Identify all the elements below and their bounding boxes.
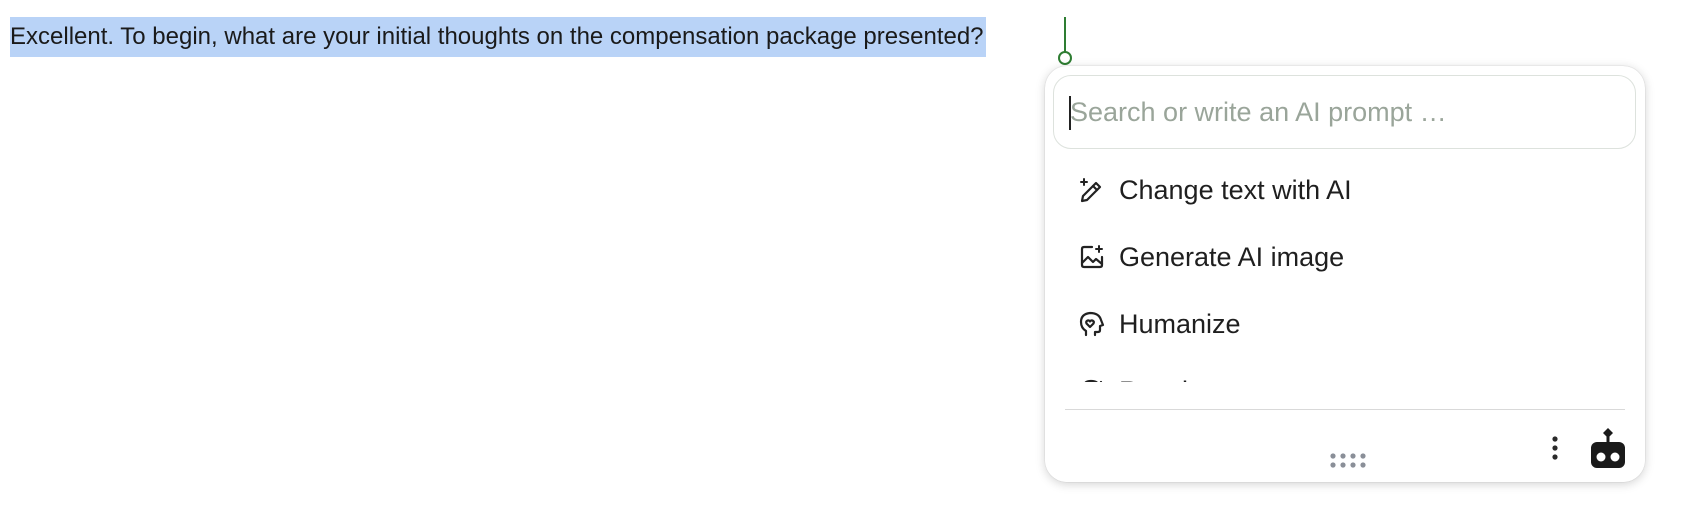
head-heart-icon bbox=[1077, 309, 1107, 339]
selection-handle[interactable] bbox=[1058, 51, 1072, 65]
drag-handle-icon[interactable] bbox=[1329, 452, 1373, 470]
more-vertical-icon bbox=[1551, 435, 1559, 466]
magic-pen-icon bbox=[1077, 175, 1107, 205]
more-options-button[interactable] bbox=[1543, 433, 1567, 467]
footer-divider bbox=[1065, 409, 1625, 410]
image-sparkle-icon bbox=[1077, 242, 1107, 272]
document-text-line[interactable]: Excellent. To begin, what are your initi… bbox=[10, 17, 986, 57]
selected-text[interactable]: Excellent. To begin, what are your initi… bbox=[10, 17, 986, 57]
input-caret bbox=[1069, 96, 1071, 130]
ai-bot-button[interactable] bbox=[1588, 426, 1628, 470]
menu-item-label: Change text with AI bbox=[1119, 174, 1352, 205]
search-box[interactable] bbox=[1053, 75, 1636, 149]
robot-icon bbox=[1588, 428, 1628, 474]
search-input[interactable] bbox=[1070, 76, 1610, 148]
menu-item-label: Generate AI image bbox=[1119, 241, 1345, 272]
menu-item-label: Humanize bbox=[1119, 308, 1241, 339]
ai-assistant-panel: Change text with AI Generate AI image bbox=[1045, 66, 1645, 482]
menu-item-generate-image[interactable]: Generate AI image bbox=[1057, 227, 1633, 287]
menu-item-humanize[interactable]: Humanize bbox=[1057, 294, 1633, 354]
menu-item-change-text[interactable]: Change text with AI bbox=[1057, 160, 1633, 220]
